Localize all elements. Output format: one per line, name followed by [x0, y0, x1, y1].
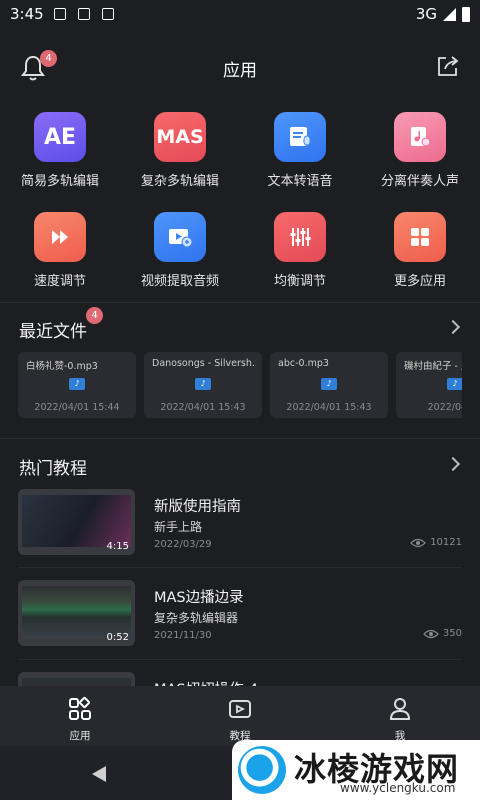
app-speed[interactable]: 速度调节	[0, 212, 120, 289]
sim-icon	[77, 8, 90, 20]
recent-files-more-icon[interactable]	[445, 319, 461, 335]
status-bar: 3:45 3G	[0, 0, 480, 28]
tutorial-item[interactable]: 0:52 MAS边播边录 复杂多轨编辑器 2021/11/30 350	[18, 580, 462, 648]
app-video-extract[interactable]: 视频提取音频	[120, 212, 240, 289]
bottom-tab-bar: 应用 教程 我	[0, 686, 480, 746]
status-time: 3:45	[10, 5, 44, 23]
file-date: 2022/04/01	[427, 402, 462, 413]
watermark-logo-icon	[238, 746, 286, 794]
battery-icon	[462, 6, 470, 22]
more-apps-icon	[394, 212, 446, 262]
text-to-speech-icon	[274, 112, 326, 162]
app-simple-multitrack[interactable]: AE 简易多轨编辑	[0, 112, 120, 189]
eye-icon	[410, 538, 427, 547]
equalizer-icon	[274, 212, 326, 262]
tutorial-thumbnail: 0:52	[18, 580, 135, 646]
app-label: 均衡调节	[273, 274, 326, 289]
top-bar: 4 应用	[0, 48, 480, 88]
tutorial-date: 2021/11/30	[154, 630, 212, 641]
view-count: 10121	[410, 537, 462, 548]
tutorial-date: 2022/03/29	[154, 539, 212, 550]
notification-icon	[53, 8, 66, 20]
divider	[0, 302, 480, 303]
recent-files-title: 最近文件	[19, 322, 87, 342]
app-label: 简易多轨编辑	[20, 174, 99, 189]
music-file-icon: ♪	[447, 378, 462, 390]
tutorial-thumbnail: 4:15	[18, 489, 135, 555]
watermark: 冰棱游戏网 www.yclengku.com	[232, 740, 480, 800]
back-icon[interactable]	[92, 766, 106, 782]
music-file-icon: ♪	[195, 378, 211, 390]
video-duration: 4:15	[106, 541, 129, 552]
hot-tutorials-more-icon[interactable]	[445, 456, 461, 472]
file-name: 白杨礼赞-0.mp3	[26, 361, 98, 372]
file-name: 磯村由紀子 - 月	[404, 361, 462, 372]
app-label: 复杂多轨编辑	[140, 174, 219, 189]
video-duration: 0:52	[106, 632, 129, 643]
recent-files-badge: 4	[86, 307, 103, 324]
recent-file-card[interactable]: 白杨礼赞-0.mp3 ♪ 2022/04/01 15:44	[18, 352, 136, 418]
view-count: 350	[423, 628, 462, 639]
share-icon	[438, 56, 459, 76]
tutorial-subtitle: 新手上路	[154, 520, 203, 534]
file-date: 2022/04/01 15:44	[34, 402, 120, 413]
speed-icon	[34, 212, 86, 262]
tab-apps[interactable]: 应用	[40, 696, 120, 743]
music-file-icon: ♪	[69, 378, 85, 390]
watermark-url: www.yclengku.com	[340, 781, 456, 795]
ae-icon: AE	[34, 112, 86, 162]
tutorial-subtitle: 复杂多轨编辑器	[154, 611, 239, 625]
divider	[18, 659, 462, 660]
app-label: 视频提取音频	[140, 274, 219, 289]
tutorial-title: MAS边播边录	[154, 590, 244, 606]
app-label: 更多应用	[393, 274, 446, 289]
app-more[interactable]: 更多应用	[360, 212, 480, 289]
user-icon	[389, 698, 411, 720]
recent-file-card[interactable]: Danosongs - Silversh... ♪ 2022/04/01 15:…	[144, 352, 262, 418]
file-date: 2022/04/01 15:43	[286, 402, 372, 413]
divider	[0, 438, 480, 439]
file-name: Danosongs - Silversh...	[152, 358, 256, 369]
eye-icon	[423, 629, 439, 638]
app-label: 速度调节	[33, 274, 86, 289]
tutorial-item[interactable]: 4:15 新版使用指南 新手上路 2022/03/29 10121	[18, 489, 462, 557]
recent-file-card[interactable]: 磯村由紀子 - 月 ♪ 2022/04/01	[396, 352, 462, 418]
video-extract-icon	[154, 212, 206, 262]
hot-tutorials-title: 热门教程	[19, 459, 87, 479]
app-label: 分离伴奏人声	[380, 174, 459, 189]
app-complex-multitrack[interactable]: MAS 复杂多轨编辑	[120, 112, 240, 189]
recent-files-list: 白杨礼赞-0.mp3 ♪ 2022/04/01 15:44 Danosongs …	[18, 352, 462, 418]
tutorial-icon	[229, 700, 251, 718]
sd-card-icon	[101, 8, 114, 20]
music-file-icon: ♪	[321, 378, 337, 390]
share-button[interactable]	[436, 54, 460, 82]
app-equalizer[interactable]: 均衡调节	[240, 212, 360, 289]
app-vocal-separate[interactable]: 分离伴奏人声	[360, 112, 480, 189]
divider	[18, 567, 462, 568]
network-type: 3G	[415, 5, 437, 23]
file-name: abc-0.mp3	[278, 358, 329, 369]
tab-tutorials[interactable]: 教程	[200, 696, 280, 743]
app-label: 文本转语音	[267, 174, 333, 189]
tab-me[interactable]: 我	[360, 696, 440, 743]
page-title: 应用	[223, 61, 257, 81]
recent-file-card[interactable]: abc-0.mp3 ♪ 2022/04/01 15:43	[270, 352, 388, 418]
mas-icon: MAS	[154, 112, 206, 162]
apps-icon	[69, 696, 91, 720]
app-text-to-speech[interactable]: 文本转语音	[240, 112, 360, 189]
vocal-separate-icon	[394, 112, 446, 162]
tutorial-title: 新版使用指南	[154, 499, 241, 515]
signal-icon	[443, 7, 456, 21]
file-date: 2022/04/01 15:43	[160, 402, 246, 413]
